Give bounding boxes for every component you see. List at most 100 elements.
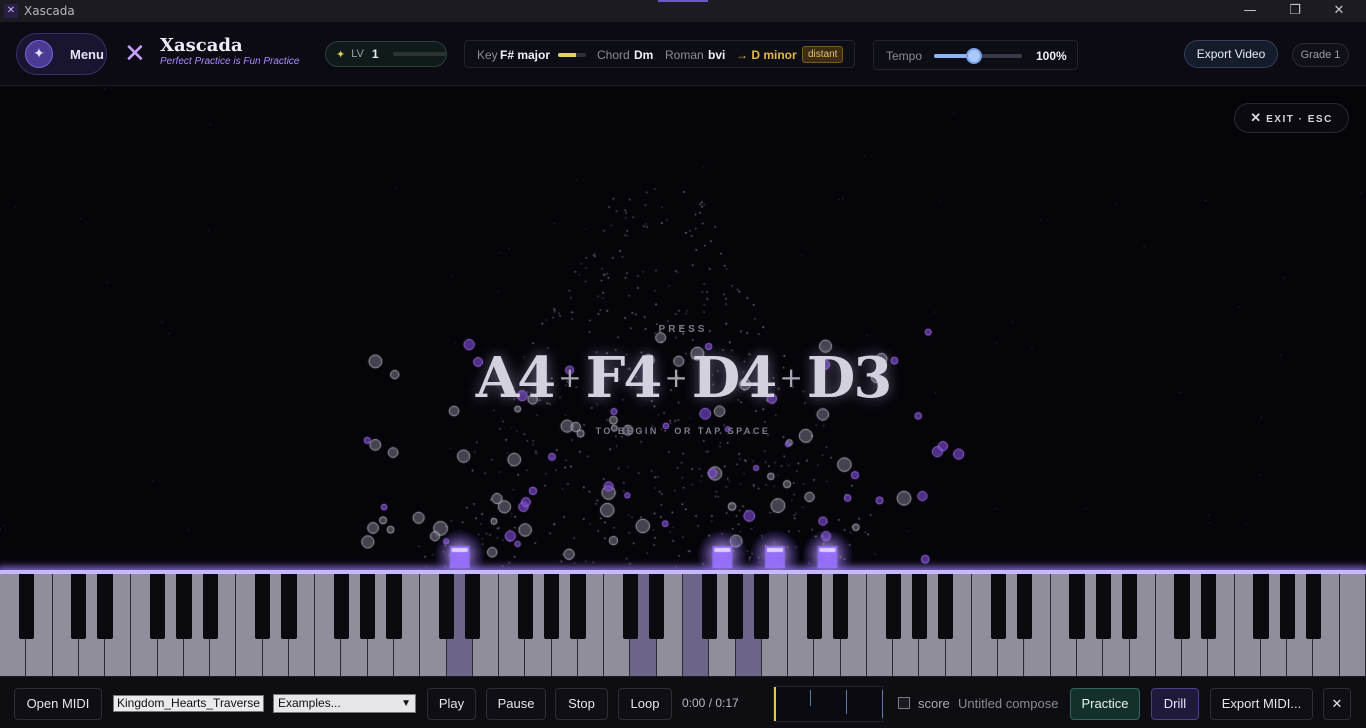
score-label: score: [918, 696, 950, 711]
chord-label: Chord: [597, 48, 630, 62]
restore-icon[interactable]: ❐: [1273, 0, 1317, 22]
piano-key-C#1[interactable]: [71, 574, 87, 639]
piano-key-A#6[interactable]: [1121, 574, 1138, 639]
tempo-value: 100%: [1036, 49, 1067, 63]
piano-keyboard[interactable]: [0, 574, 1366, 676]
playhead[interactable]: [774, 687, 776, 721]
distance-badge: distant: [802, 46, 844, 63]
piano-key-D#3[interactable]: [465, 574, 481, 639]
piano-key-G#3[interactable]: [544, 574, 560, 639]
piano-key-G#7[interactable]: [1279, 574, 1295, 639]
piano-key-F#6[interactable]: [1069, 574, 1085, 639]
practice-button[interactable]: Practice: [1070, 688, 1140, 720]
chord-note: A4: [475, 345, 556, 411]
chevron-down-icon: ▼: [401, 698, 411, 709]
window-titlebar: ✕ Xascada — ❐ ✕: [0, 0, 1366, 22]
piano-key-D#4[interactable]: [649, 574, 665, 639]
piano-key-A#3[interactable]: [570, 574, 586, 639]
examples-selected: Examples...: [278, 696, 341, 710]
piano-key-A#1[interactable]: [202, 574, 218, 639]
chord-note: D4: [691, 345, 778, 411]
window-title: Xascada: [24, 4, 75, 18]
loop-button[interactable]: Loop: [618, 688, 672, 720]
menu-button[interactable]: ✦ Menu: [16, 33, 107, 75]
piano-key-D#1[interactable]: [97, 574, 113, 639]
piano-key-D#2[interactable]: [281, 574, 297, 639]
drill-button[interactable]: Drill: [1151, 688, 1199, 720]
key-strength-meter: [558, 53, 586, 57]
target-chord: A4 +F4 +D4 +D3: [383, 345, 983, 411]
examples-select[interactable]: Examples... ▼: [273, 694, 416, 713]
menu-label: Menu: [70, 46, 104, 62]
piano-key-A#0[interactable]: [18, 574, 34, 639]
play-button[interactable]: Play: [427, 688, 476, 720]
menu-icon: ✦: [25, 40, 53, 68]
exit-button[interactable]: ✕ EXIT · ESC: [1234, 103, 1349, 133]
piano-key-F#2[interactable]: [333, 574, 350, 639]
tempo-slider-handle[interactable]: [965, 48, 982, 64]
roman-value: bvi: [708, 48, 726, 62]
piano-key-C8[interactable]: [1339, 574, 1366, 676]
timeline-minimap[interactable]: [773, 686, 883, 722]
file-name-field[interactable]: Kingdom_Hearts_Traverse: [113, 695, 264, 712]
piano-key-C#4[interactable]: [622, 574, 639, 639]
window-close-icon[interactable]: ✕: [1317, 0, 1361, 22]
piano-key-C#2[interactable]: [255, 574, 271, 639]
chord-note: D3: [806, 345, 893, 411]
tap-prompt: TO BEGIN · OR TAP SPACE: [595, 426, 771, 436]
open-midi-button[interactable]: Open MIDI: [14, 688, 102, 720]
piano-key-G#6[interactable]: [1095, 574, 1111, 639]
pause-button[interactable]: Pause: [486, 688, 546, 720]
roman-label: Roman: [665, 48, 704, 62]
level-badge: ✦ LV 1: [325, 41, 447, 67]
piano-key-D#6[interactable]: [1016, 574, 1033, 639]
plus-icon: +: [664, 361, 688, 394]
tempo-slider[interactable]: [934, 48, 1022, 64]
app-window: ✕ Xascada — ❐ ✕ ✦ Menu ✕ Xascada Perfect…: [0, 0, 1366, 728]
compose-name[interactable]: Untitled compose: [958, 696, 1058, 711]
grade-badge[interactable]: Grade 1: [1292, 43, 1349, 67]
tempo-panel: Tempo 100%: [873, 40, 1078, 70]
timeline-marker: [882, 690, 883, 718]
star-icon: ✦: [336, 47, 346, 61]
export-midi-button[interactable]: Export MIDI...: [1210, 688, 1313, 720]
piano-key-C#5[interactable]: [806, 574, 822, 639]
score-checkbox[interactable]: [898, 697, 910, 709]
piano-key-C#3[interactable]: [438, 574, 455, 639]
timeline-marker: [846, 690, 847, 714]
modulation-target: → D minor: [736, 48, 797, 62]
piano-key-F#4[interactable]: [701, 574, 717, 639]
piano-key-A#4[interactable]: [754, 574, 770, 639]
exit-label: EXIT · ESC: [1266, 114, 1333, 125]
level-label: LV: [351, 48, 364, 60]
piano-key-A#5[interactable]: [938, 574, 954, 639]
press-prompt: PRESS: [658, 324, 708, 335]
piano-key-F#3[interactable]: [517, 574, 533, 639]
export-video-button[interactable]: Export Video: [1184, 40, 1278, 68]
minimize-icon[interactable]: —: [1228, 0, 1272, 22]
piano-key-G#2[interactable]: [360, 574, 376, 639]
stop-button[interactable]: Stop: [555, 688, 608, 720]
practice-stage[interactable]: ✕ EXIT · ESC PRESS A4 +F4 +D4 +D3 TO BEGIN ·…: [0, 87, 1366, 571]
piano-key-F#5[interactable]: [885, 574, 901, 639]
piano-key-A#2[interactable]: [386, 574, 402, 639]
piano-key-A#7[interactable]: [1305, 574, 1322, 639]
piano-key-D#7[interactable]: [1200, 574, 1216, 639]
brand-logo-icon: ✕: [124, 39, 146, 69]
piano-key-F#7[interactable]: [1253, 574, 1269, 639]
piano-key-G#1[interactable]: [176, 574, 192, 639]
brand-subtitle: Perfect Practice is Fun Practice: [160, 56, 300, 67]
brand-title: Xascada: [160, 35, 243, 56]
piano-key-G#4[interactable]: [727, 574, 744, 639]
close-panel-icon[interactable]: ✕: [1323, 688, 1351, 720]
piano-key-C#7[interactable]: [1174, 574, 1190, 639]
piano-key-F#1[interactable]: [149, 574, 166, 639]
piano-key-D#5[interactable]: [832, 574, 849, 639]
timeline-marker: [810, 690, 811, 706]
chord-note: F4: [585, 345, 663, 411]
titlebar-accent: [658, 0, 708, 2]
key-value: F# major: [500, 48, 551, 62]
playback-time: 0:00 / 0:17: [682, 696, 739, 710]
piano-key-G#5[interactable]: [911, 574, 928, 639]
piano-key-C#6[interactable]: [990, 574, 1006, 639]
